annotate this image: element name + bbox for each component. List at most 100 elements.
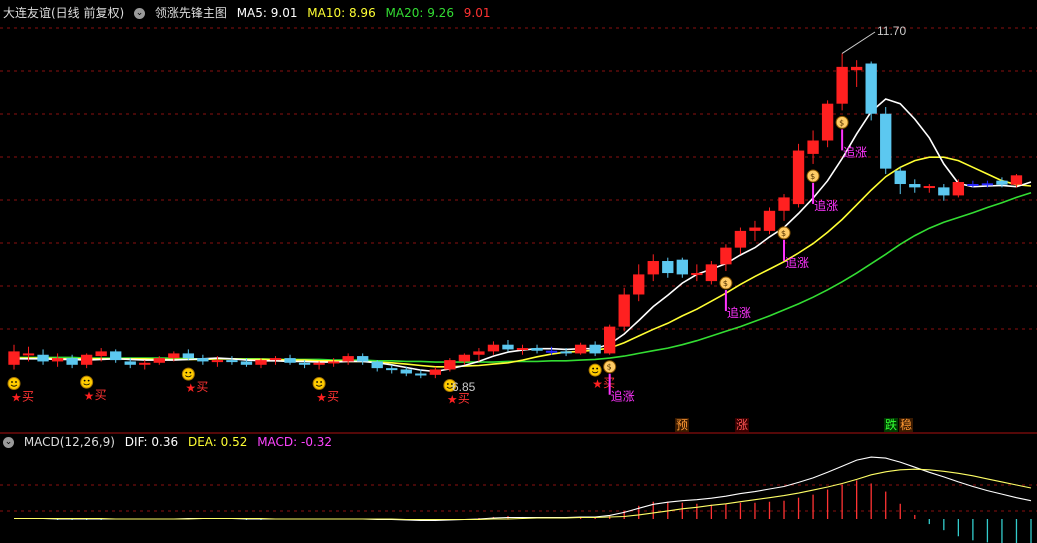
candle (139, 360, 151, 370)
candle-body (821, 103, 834, 141)
candle (763, 207, 776, 235)
candle-body (996, 180, 1008, 185)
candle (51, 353, 64, 367)
star-icon: ★ (84, 389, 95, 403)
price-header: 大连友谊(日线 前复权) ⌄ 领涨先锋主图 MA5: 9.01 MA10: 8.… (3, 4, 497, 21)
candle-body (633, 274, 645, 295)
smiley-icon (588, 363, 602, 377)
candle-body (66, 358, 78, 365)
candle-body (211, 360, 224, 363)
last-value-label: 9.01 (463, 6, 491, 20)
ma5-line (14, 98, 1032, 373)
tag-zhang: 涨 (735, 418, 749, 432)
candle (618, 287, 630, 332)
candle (894, 167, 906, 195)
macd-name[interactable]: MACD(12,26,9) (24, 435, 115, 449)
candle-body (8, 351, 20, 365)
stock-chart[interactable]: ★买★买★买★买★买★买$追涨$追涨$追涨$追涨$追涨 11.70 6.85 (0, 0, 1037, 543)
dea-line (14, 468, 1032, 521)
candle-body (487, 344, 500, 352)
candle-body (357, 356, 369, 362)
chase-signal-label: 追涨 (843, 144, 867, 159)
candle-body (516, 348, 529, 351)
candle (792, 143, 805, 208)
candle (444, 358, 456, 372)
smiley-eye (15, 381, 17, 383)
candle (574, 342, 587, 355)
candle (487, 341, 500, 355)
money-bag-sign: $ (839, 118, 844, 127)
chevron-down-icon[interactable]: ⌄ (3, 437, 14, 448)
candle-body (139, 362, 151, 365)
buy-signal-label: 买 (327, 389, 339, 403)
buy-signal-label: 买 (22, 389, 34, 403)
tag-die: 跌 (884, 418, 898, 432)
candle (662, 257, 674, 278)
candle (589, 341, 601, 357)
candle-body (909, 184, 921, 188)
candle (749, 220, 761, 241)
stock-title: 大连友谊(日线 前复权) (3, 6, 125, 20)
candle-body (342, 356, 354, 362)
candle-body (720, 247, 732, 265)
candle (226, 356, 238, 365)
candle-body (894, 170, 906, 185)
candle (80, 353, 93, 369)
candle-body (124, 361, 136, 365)
star-icon: ★ (185, 381, 196, 395)
candle-body (269, 358, 282, 361)
candle-body (313, 362, 325, 365)
candle-body (444, 360, 456, 370)
candle (37, 349, 49, 365)
candle (807, 130, 819, 164)
low-price-label: 6.85 (452, 380, 476, 394)
candle-body (734, 230, 747, 248)
star-icon: ★ (447, 392, 458, 406)
candle (342, 353, 354, 365)
candle (633, 264, 645, 302)
candle-body (400, 369, 412, 374)
smiley-eye (83, 379, 86, 382)
smiley-icon (80, 375, 94, 389)
candle-body (386, 368, 398, 371)
macd-header: ⌄ MACD(12,26,9) DIF: 0.36 DEA: 0.52 MACD… (3, 435, 338, 449)
candle-body (662, 261, 674, 274)
candle-body (880, 113, 892, 169)
candle-body (284, 358, 296, 363)
chevron-down-icon[interactable]: ⌄ (134, 8, 146, 19)
candle-body (37, 354, 49, 362)
indicator-name[interactable]: 领涨先锋主图 (155, 6, 227, 20)
candle-body (168, 353, 180, 359)
candle (197, 354, 209, 365)
money-bag-sign: $ (723, 279, 728, 288)
money-bag-sign: $ (810, 172, 815, 181)
candle (502, 340, 514, 352)
star-icon: ★ (592, 377, 603, 391)
macd-panel (14, 456, 1032, 543)
candle (647, 254, 659, 282)
smiley-eye (185, 371, 188, 374)
candle-body (327, 361, 340, 364)
candle (880, 107, 892, 174)
candle-body (778, 197, 790, 211)
candle-body (836, 66, 848, 104)
chase-signal-label: 追涨 (611, 389, 635, 404)
candle-body (691, 273, 703, 276)
moving-averages (14, 98, 1032, 373)
high-price-label: 11.70 (877, 24, 906, 38)
candle-body (618, 294, 630, 327)
candle-body (923, 186, 935, 189)
candle (865, 61, 877, 121)
high-leader (841, 31, 876, 54)
star-icon: ★ (316, 390, 327, 404)
candle (778, 194, 790, 221)
smiley-eye (11, 381, 13, 383)
smiley-eye (87, 379, 90, 382)
smiley-eye (320, 381, 322, 383)
candle (850, 60, 863, 87)
candle-body (240, 361, 253, 365)
candle-body (589, 344, 601, 354)
candle-body (415, 373, 427, 376)
candle (676, 257, 688, 278)
candle-body (182, 353, 195, 359)
